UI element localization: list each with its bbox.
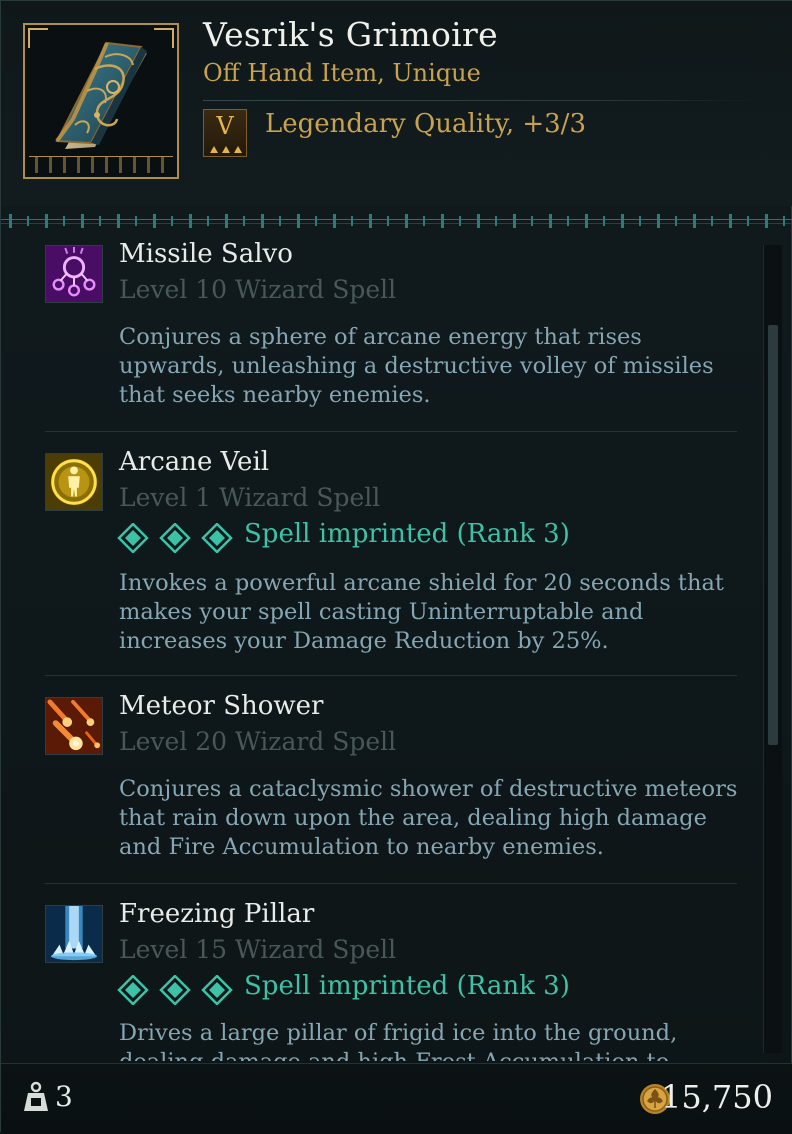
freezing-pillar-icon (45, 905, 103, 963)
grimoire-book-icon (55, 41, 147, 149)
spell-level: Level 1 Wizard Spell (119, 483, 381, 512)
spell-level: Level 15 Wizard Spell (119, 935, 397, 964)
item-type: Off Hand Item, Unique (203, 59, 481, 87)
imprint-text: Spell imprinted (Rank 3) (244, 971, 570, 1001)
tooltip-footer: 3 15,750 (1, 1063, 792, 1134)
spell-level: Level 10 Wizard Spell (119, 275, 397, 304)
weight-icon (24, 1081, 48, 1111)
item-name: Vesrik's Grimoire (203, 15, 498, 54)
spell-level: Level 20 Wizard Spell (119, 727, 397, 756)
spell-divider (45, 675, 737, 676)
imprint-text: Spell imprinted (Rank 3) (244, 519, 570, 549)
spell-list[interactable]: Missile Salvo Level 10 Wizard Spell Conj… (1, 235, 761, 1061)
spell-name: Freezing Pillar (119, 899, 315, 929)
quality-badge-letter: V (216, 112, 234, 140)
quality-pips-icon (210, 146, 242, 153)
item-gold-value: 15,750 (661, 1078, 773, 1116)
header-divider (203, 100, 763, 101)
item-tooltip: Vesrik's Grimoire Off Hand Item, Unique … (0, 0, 792, 1134)
spell-description: Conjures a sphere of arcane energy that … (119, 324, 714, 408)
spell-name: Missile Salvo (119, 239, 293, 269)
spell-description: Drives a large pillar of frigid ice into… (119, 1020, 678, 1061)
header-ornament-divider (1, 214, 792, 228)
item-weight: 3 (55, 1080, 73, 1113)
missile-salvo-icon (45, 245, 103, 303)
spell-name: Arcane Veil (119, 447, 270, 477)
spell-divider (45, 431, 737, 432)
spell-description: Conjures a cataclysmic shower of destruc… (119, 776, 738, 860)
spell-divider (45, 883, 737, 884)
meteor-shower-icon (45, 697, 103, 755)
spell-description: Invokes a powerful arcane shield for 20 … (119, 570, 724, 654)
imprint-rank-diamonds-icon (117, 975, 233, 1005)
arcane-veil-icon (45, 453, 103, 511)
imprint-rank-diamonds-icon (117, 523, 233, 553)
quality-text: Legendary Quality, +3/3 (265, 109, 586, 139)
item-icon-frame (23, 23, 179, 179)
tooltip-header: Vesrik's Grimoire Off Hand Item, Unique … (1, 1, 792, 206)
scrollbar-track[interactable] (763, 245, 782, 1053)
scrollbar-thumb[interactable] (768, 325, 778, 745)
quality-badge: V (203, 109, 247, 157)
spell-name: Meteor Shower (119, 691, 324, 721)
